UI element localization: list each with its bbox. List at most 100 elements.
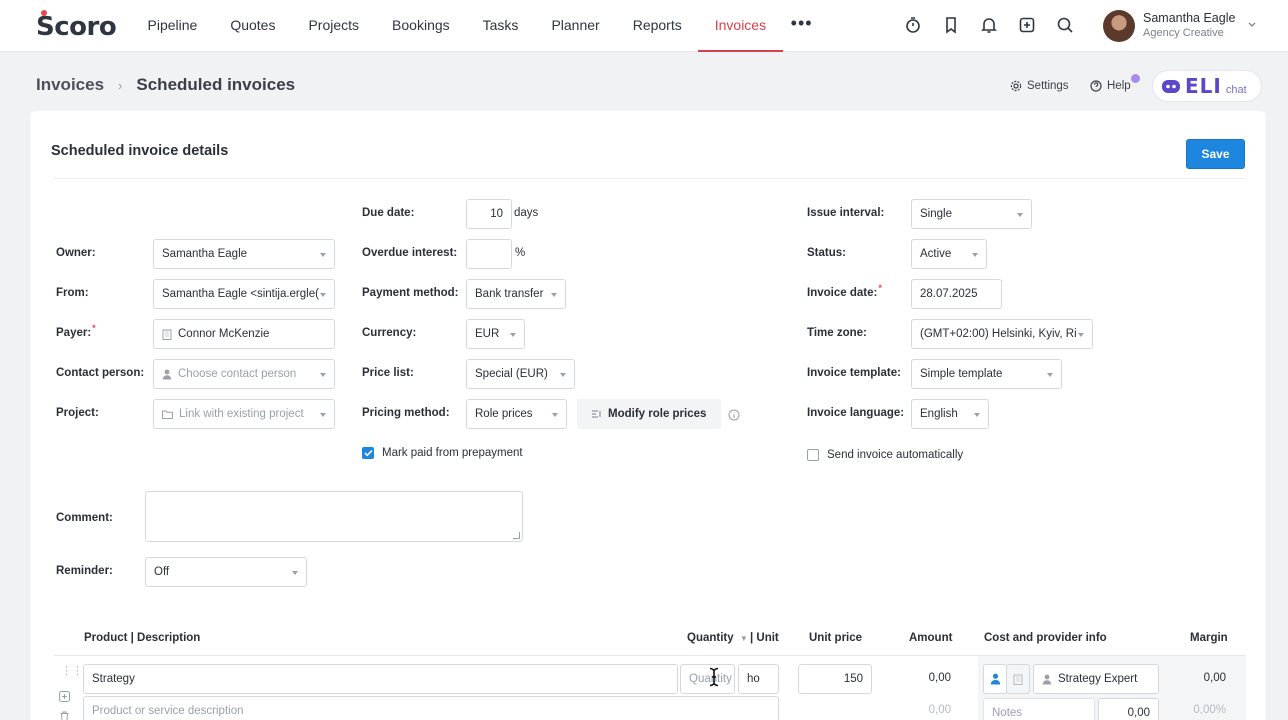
reminder-select[interactable]: Off [145, 557, 307, 587]
notes-input[interactable]: Notes [983, 698, 1095, 720]
unit-price-input[interactable]: 150 [798, 664, 872, 694]
nav-item-planner[interactable]: Planner [535, 0, 616, 52]
quantity-input[interactable]: Quantity [680, 664, 735, 694]
checkbox-checked[interactable] [362, 447, 374, 459]
overdue-interest-input[interactable] [466, 239, 512, 269]
mark-paid-checkbox[interactable]: Mark paid from prepayment [362, 447, 523, 459]
project-placeholder: Link with existing project [179, 408, 304, 420]
notification-dot [1131, 74, 1140, 83]
time-zone-select[interactable]: (GMT+02:00) Helsinki, Kyiv, Ri [911, 319, 1093, 349]
invoice-date-value: 28.07.2025 [920, 288, 978, 300]
delete-row-icon[interactable] [59, 711, 71, 720]
send-automatically-label: Send invoice automatically [827, 449, 964, 461]
nav-more-button[interactable]: ••• [783, 0, 821, 52]
currency-value: EUR [475, 328, 500, 340]
price-list-label: Price list: [362, 367, 414, 379]
pricing-method-label: Pricing method: [362, 407, 450, 419]
nav-item-reports[interactable]: Reports [616, 0, 698, 52]
description-input[interactable]: Product or service description [83, 696, 779, 720]
from-select[interactable]: Samantha Eagle <sintija.ergle( [153, 279, 335, 309]
timer-icon[interactable] [900, 12, 926, 38]
add-square-icon[interactable] [1014, 12, 1040, 38]
nav-item-tasks[interactable]: Tasks [466, 0, 535, 52]
chevron-right-icon: › [118, 77, 123, 93]
scoro-logo[interactable]: Scoro [36, 10, 117, 42]
product-input[interactable]: Strategy [83, 664, 678, 694]
modify-role-prices-label: Modify role prices [608, 408, 707, 420]
col-unit: | Unit [750, 632, 779, 644]
page-title: Scheduled invoices [136, 75, 296, 94]
owner-select[interactable]: Samantha Eagle [153, 239, 335, 269]
gear-icon [1010, 80, 1022, 92]
logo-dot [41, 10, 47, 16]
nav-item-invoices[interactable]: Invoices [698, 0, 783, 52]
person-icon [162, 369, 172, 380]
bookmark-icon[interactable] [938, 12, 964, 38]
nav-item-projects[interactable]: Projects [292, 0, 376, 52]
nav-item-bookings[interactable]: Bookings [376, 0, 467, 52]
invoice-language-select[interactable]: English [911, 399, 989, 429]
time-zone-label: Time zone: [807, 327, 867, 339]
provider-value: Strategy Expert [1058, 673, 1138, 685]
col-cost-provider: Cost and provider info [984, 632, 1107, 644]
search-icon[interactable] [1052, 12, 1078, 38]
contact-person-select[interactable]: Choose contact person [153, 359, 335, 389]
project-select[interactable]: Link with existing project [153, 399, 335, 429]
top-icons [900, 12, 1078, 38]
margin-value: 0,00 [1203, 672, 1226, 684]
due-date-input[interactable]: 10 [466, 199, 512, 229]
currency-select[interactable]: EUR [466, 319, 525, 349]
payment-method-label: Payment method: [362, 287, 459, 299]
nav-item-quotes[interactable]: Quotes [214, 0, 292, 52]
col-quantity[interactable]: Quantity ▼ [687, 632, 751, 644]
assign-person-button[interactable] [983, 664, 1007, 694]
invoice-date-label-text: Invoice date: [807, 287, 878, 299]
project-label: Project: [56, 407, 99, 419]
add-row-icon[interactable] [59, 691, 71, 703]
nav-item-pipeline[interactable]: Pipeline [131, 0, 214, 52]
text-cursor-icon [709, 667, 719, 690]
issue-interval-label: Issue interval: [807, 207, 885, 219]
issue-interval-select[interactable]: Single [911, 199, 1032, 229]
save-button[interactable]: Save [1186, 139, 1245, 169]
user-menu[interactable]: Samantha Eagle Agency Creative [1103, 10, 1263, 42]
status-label: Status: [807, 247, 846, 259]
invoice-language-label: Invoice language: [807, 407, 905, 419]
invoice-date-input[interactable]: 28.07.2025 [911, 279, 1002, 309]
invoice-template-select[interactable]: Simple template [911, 359, 1062, 389]
provider-select[interactable]: Strategy Expert [1033, 664, 1159, 694]
assign-company-button[interactable] [1006, 664, 1030, 694]
overdue-interest-label: Overdue interest: [362, 247, 458, 259]
invoice-template-label: Invoice template: [807, 367, 901, 379]
eli-chat-button[interactable]: ELI chat [1152, 70, 1262, 102]
checkbox-unchecked[interactable] [807, 449, 819, 461]
issue-interval-value: Single [920, 208, 952, 220]
invoice-date-label: Invoice date:* [807, 283, 882, 299]
settings-link[interactable]: Settings [1010, 80, 1069, 92]
card-title: Scheduled invoice details [51, 143, 229, 159]
price-list-select[interactable]: Special (EUR) [466, 359, 575, 389]
due-date-label: Due date: [362, 207, 415, 219]
required-mark: * [92, 323, 96, 333]
currency-label: Currency: [362, 327, 417, 339]
company-icon [162, 329, 172, 340]
eli-suffix: chat [1225, 84, 1247, 96]
chevron-down-icon [1247, 18, 1257, 32]
drag-handle-icon[interactable]: ⋮⋮ [61, 666, 83, 677]
unit-input[interactable]: ho [738, 664, 779, 694]
send-automatically-checkbox[interactable]: Send invoice automatically [807, 449, 963, 461]
status-select[interactable]: Active [911, 239, 987, 269]
modify-role-prices-button[interactable]: Modify role prices [577, 399, 721, 429]
info-icon[interactable] [728, 409, 740, 424]
bell-icon[interactable] [976, 12, 1002, 38]
main-nav: Pipeline Quotes Projects Bookings Tasks … [131, 0, 821, 52]
breadcrumb-root[interactable]: Invoices [36, 75, 104, 95]
cost-value-input[interactable]: 0,00 [1098, 698, 1159, 720]
col-amount: Amount [909, 632, 953, 644]
pricing-method-select[interactable]: Role prices [466, 399, 567, 429]
comment-textarea[interactable] [145, 491, 523, 542]
payment-method-select[interactable]: Bank transfer [466, 279, 566, 309]
help-label: Help [1107, 80, 1131, 92]
help-link[interactable]: Help [1090, 80, 1131, 92]
payer-field[interactable]: Connor McKenzie [153, 319, 335, 349]
